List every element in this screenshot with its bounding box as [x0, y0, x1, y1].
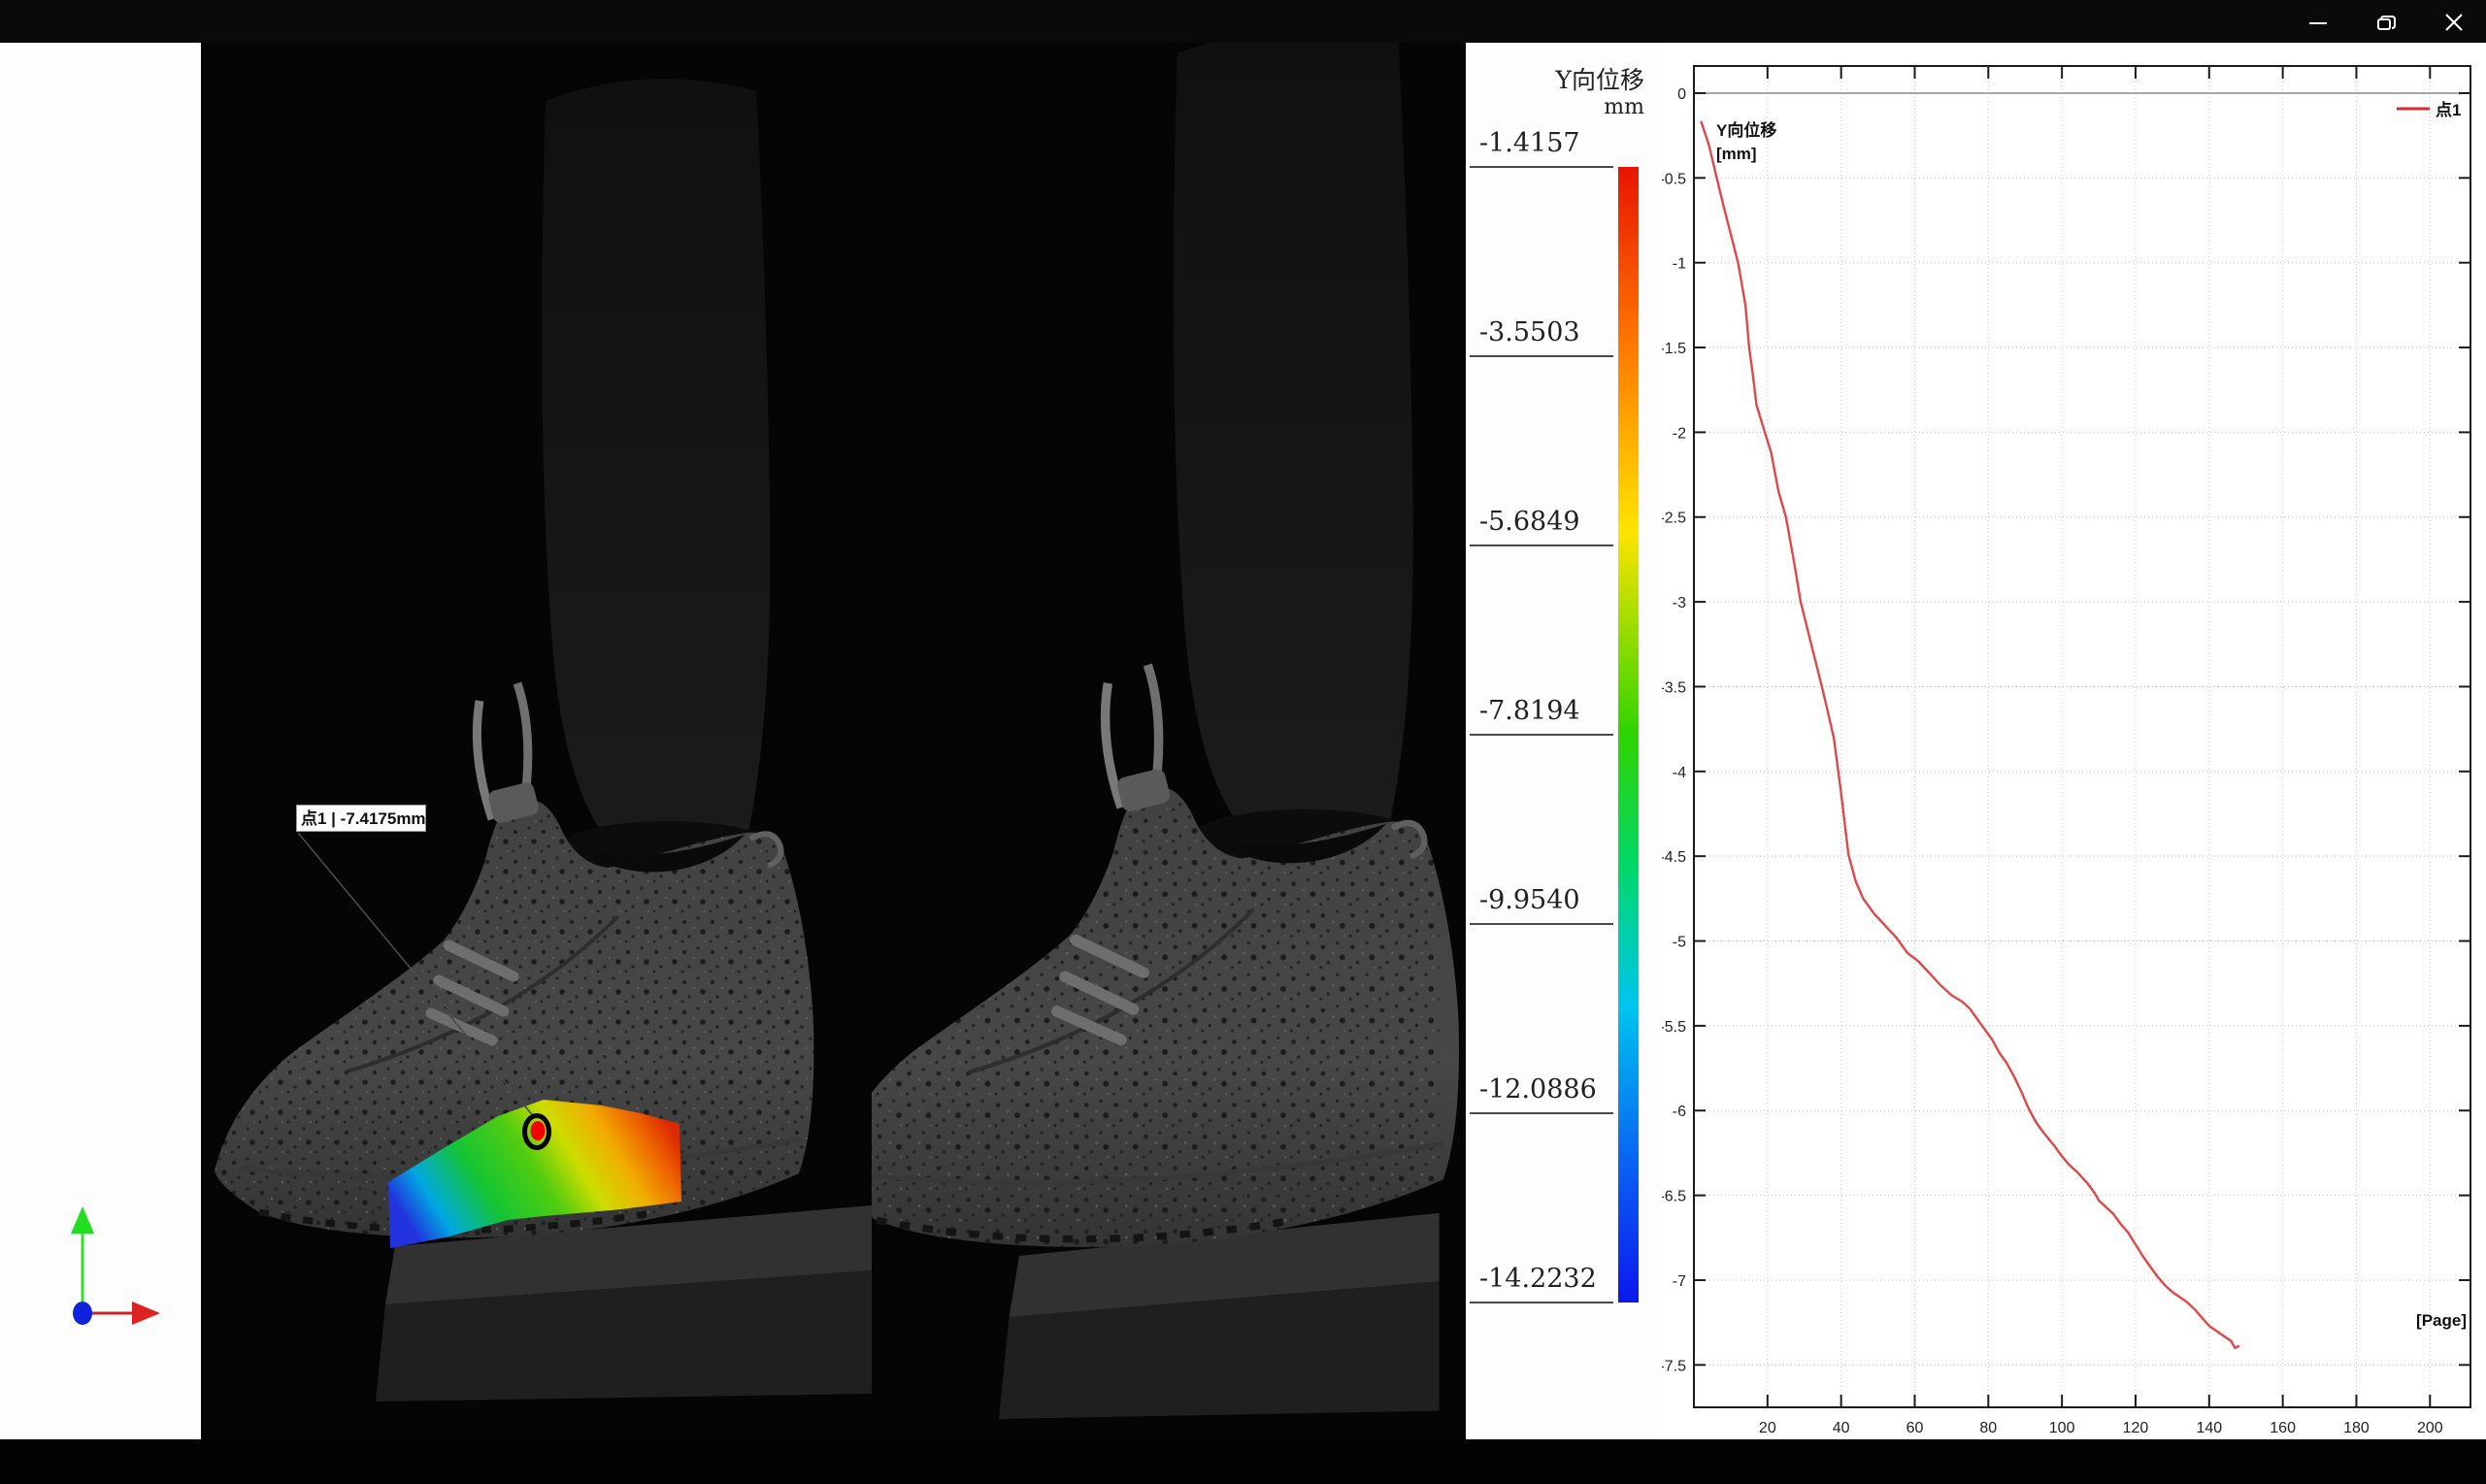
y-tick-label: -4.5 [1662, 849, 1686, 866]
close-button[interactable] [2431, 6, 2477, 39]
colorbar-tick [1470, 734, 1613, 736]
x-tick-label: 120 [2123, 1420, 2149, 1436]
plot-border [1694, 66, 2470, 1407]
close-icon [2443, 12, 2465, 33]
colorbar-value-label: -14.2232 [1479, 1264, 1597, 1294]
restore-button[interactable] [2363, 6, 2409, 39]
y-tick-label: -2.5 [1662, 511, 1686, 527]
camera-image-left[interactable]: 点1 | -7.4175mm [201, 43, 872, 1439]
axis-x-arrow [132, 1302, 160, 1325]
leg-silhouette [542, 79, 770, 850]
y-tick-label: -2 [1673, 425, 1686, 442]
colorbar-value-label: -1.4157 [1479, 128, 1580, 158]
legend[interactable]: 点1 [2397, 100, 2461, 119]
colorbar-gradient [1618, 167, 1639, 1303]
colorbar-title: Y向位移 mm [1555, 66, 1644, 120]
x-tick-label: 20 [1759, 1420, 1776, 1436]
restore-icon [2375, 12, 2397, 33]
shoe-photo-scene [201, 43, 872, 1439]
colorbar-value-label: -5.6849 [1479, 507, 1580, 537]
colorbar-value-label: -7.8194 [1479, 696, 1580, 726]
y-tick-label: -1.5 [1662, 341, 1686, 357]
title-bar [0, 0, 2486, 43]
x-tick-label: 80 [1979, 1420, 1997, 1436]
point-marker-dot[interactable] [531, 1121, 546, 1140]
y-tick-label: -0.5 [1662, 171, 1686, 187]
colorbar-tick [1470, 355, 1613, 357]
colorbar-value-label: -12.0886 [1479, 1074, 1597, 1105]
y-tick-label: -5.5 [1662, 1019, 1686, 1036]
axis-y-arrow [71, 1206, 94, 1234]
colorbar-title-text: Y向位移 [1555, 66, 1644, 95]
y-tick-label: -3.5 [1662, 679, 1686, 696]
minimize-button[interactable] [2295, 6, 2341, 39]
y-axis-label-line2: [mm] [1716, 145, 1757, 163]
left-toolbar-strip [0, 43, 201, 1439]
y-tick-label: 0 [1677, 86, 1686, 103]
y-tick-label: -3 [1673, 595, 1686, 611]
colorbar-tick [1470, 166, 1613, 168]
y-tick-label: -4 [1673, 765, 1686, 781]
y-axis-label-line1: Y向位移 [1716, 120, 1776, 140]
y-tick-label: -5 [1673, 935, 1686, 951]
colorbar-tick [1470, 1112, 1613, 1114]
axis-triad-icon [0, 43, 201, 1439]
x-tick-label: 140 [2196, 1420, 2222, 1436]
colorbar-unit: mm [1555, 95, 1644, 120]
x-tick-label: 200 [2417, 1420, 2443, 1436]
series-line-point1 [1702, 122, 2239, 1348]
y-tick-label: -7 [1673, 1273, 1686, 1290]
camera-image-right[interactable] [872, 43, 1466, 1439]
page-corner-label: [Page] [2416, 1311, 2467, 1330]
y-tick-label: -6.5 [1662, 1189, 1686, 1205]
x-tick-label: 160 [2270, 1420, 2296, 1436]
x-tick-label: 180 [2343, 1420, 2370, 1436]
legend-label: 点1 [2436, 100, 2461, 119]
colorbar-value-label: -3.5503 [1479, 317, 1580, 347]
x-tick-label: 60 [1906, 1420, 1924, 1436]
colorbar-panel: Y向位移 mm -1.4157 -3.5503 -5.6849 -7.8194 -9.9… [1466, 43, 1662, 1439]
shoe-photo-scene [872, 43, 1466, 1439]
axis-origin-dot [73, 1302, 92, 1325]
displacement-chart[interactable]: 20 40 60 80 100 120 140 160 180 200 0 -0.5 -1 -1.5 -2 -… [1662, 43, 2486, 1439]
colorbar-value-label: -9.9540 [1479, 885, 1580, 915]
y-tick-label: -1 [1673, 256, 1686, 273]
point-annotation-label[interactable]: 点1 | -7.4175mm [296, 805, 426, 832]
colorbar-tick [1470, 923, 1613, 925]
leg-silhouette [1174, 43, 1413, 841]
bottom-bar [0, 1439, 2486, 1484]
displacement-chart-panel[interactable]: 20 40 60 80 100 120 140 160 180 200 0 -0.5 -1 -1.5 -2 -… [1662, 43, 2486, 1439]
x-tick-label: 100 [2049, 1420, 2075, 1436]
colorbar-tick [1470, 544, 1613, 546]
y-tick-label: -7.5 [1662, 1358, 1686, 1374]
y-tick-label: -6 [1673, 1104, 1686, 1120]
colorbar-tick [1470, 1302, 1613, 1303]
x-tick-label: 40 [1833, 1420, 1850, 1436]
minimize-icon [2307, 12, 2329, 33]
